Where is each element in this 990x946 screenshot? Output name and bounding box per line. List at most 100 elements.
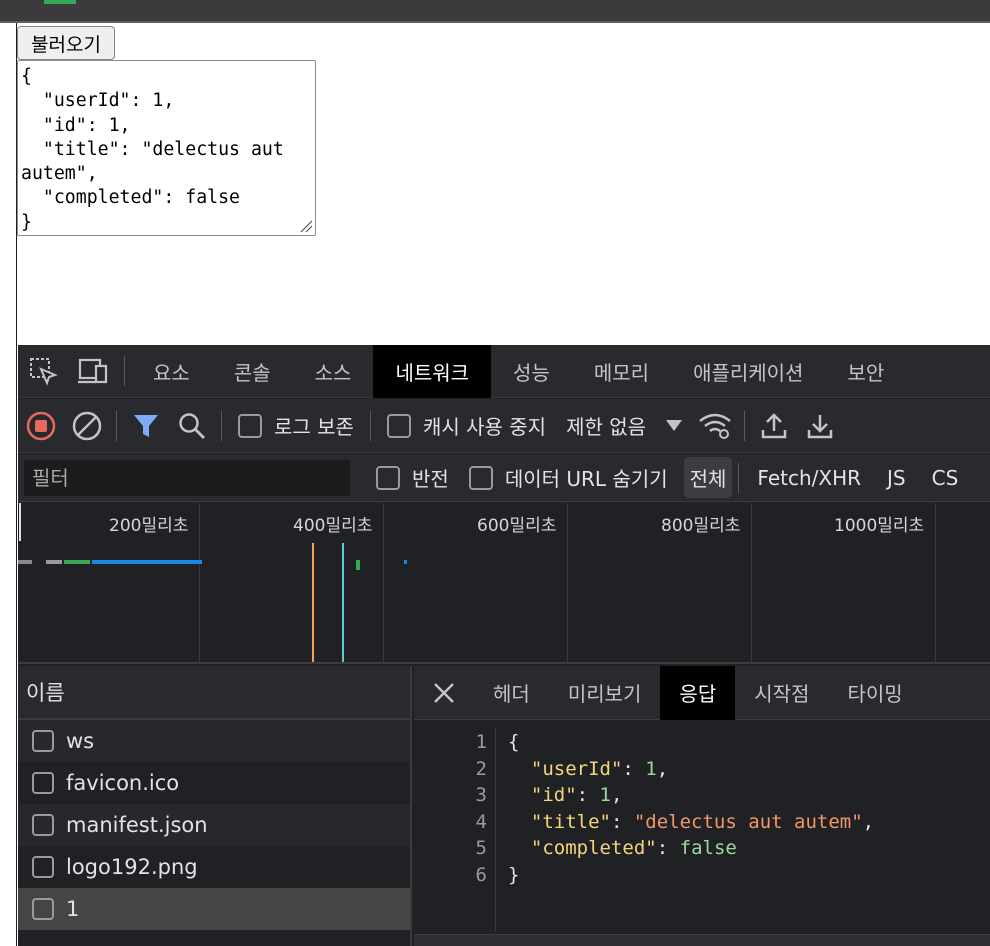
timeline-label: 1000밀리초: [834, 516, 925, 536]
tab-memory[interactable]: 메모리: [572, 345, 671, 398]
timeline-label: 800밀리초: [661, 516, 741, 536]
checkbox-box[interactable]: [238, 413, 262, 438]
name-column-header[interactable]: 이름: [18, 666, 410, 720]
timeline-gridline: [199, 503, 200, 662]
disable-cache-label: 캐시 사용 중지: [422, 415, 547, 439]
line-number: 4: [475, 810, 487, 833]
clear-icon[interactable]: [64, 399, 110, 453]
line-number: 3: [475, 784, 487, 806]
request-row-selected[interactable]: 1: [18, 888, 410, 930]
tab-network[interactable]: 네트워크: [373, 344, 492, 398]
line-number: 1: [475, 731, 487, 753]
request-row[interactable]: favicon.ico: [18, 762, 410, 804]
inspect-element-icon[interactable]: [18, 345, 68, 398]
timeline-request-bar: [92, 560, 202, 564]
timeline-request-bar: [404, 560, 407, 564]
json-text: { "userId": 1, "id": 1, "title": "delect…: [21, 66, 284, 233]
timeline-request-bar: [64, 560, 90, 564]
filter-type-css[interactable]: CS: [926, 460, 965, 496]
separator: [116, 410, 117, 441]
tab-accent: [44, 0, 76, 4]
devtools-tab-bar: 요소 콘솔 소스 네트워크 성능 메모리 애플리케이션 보안: [18, 344, 990, 398]
device-toolbar-icon[interactable]: [68, 345, 118, 398]
checkbox-box[interactable]: [32, 730, 54, 752]
dom-content-loaded-line: [312, 543, 314, 662]
upload-icon[interactable]: [751, 399, 797, 453]
checkbox-box[interactable]: [468, 465, 493, 490]
timeline-request-bar: [46, 560, 62, 564]
request-row[interactable]: logo192.png: [18, 846, 410, 888]
checkbox-box[interactable]: [32, 772, 54, 794]
tab-sources[interactable]: 소스: [293, 345, 374, 398]
separator: [124, 356, 125, 386]
load-button[interactable]: 불러오기: [17, 26, 115, 60]
network-conditions-icon[interactable]: [692, 399, 738, 453]
code-line: {: [508, 731, 520, 753]
line-number: 6: [475, 863, 487, 886]
line-number: 5: [475, 837, 487, 859]
separator: [369, 410, 371, 441]
download-icon[interactable]: [797, 399, 843, 453]
request-detail-panel: 헤더 미리보기 응답 시작점 타이밍 1 2 3 4 5 6 { "userId…: [414, 665, 990, 946]
hide-data-urls-checkbox[interactable]: 데이터 URL 숨기기: [459, 463, 678, 492]
invert-checkbox[interactable]: 반전: [366, 463, 459, 492]
checkbox-box[interactable]: [376, 465, 400, 490]
preserve-log-checkbox[interactable]: 로그 보존: [228, 411, 364, 440]
throttling-select[interactable]: 제한 없음: [556, 411, 692, 440]
invert-label: 반전: [412, 467, 449, 491]
json-textarea[interactable]: { "userId": 1, "id": 1, "title": "delect…: [17, 60, 316, 236]
timeline-label: 400밀리초: [293, 516, 373, 536]
request-row[interactable]: manifest.json: [18, 804, 410, 846]
checkbox-box[interactable]: [32, 856, 54, 878]
filter-type-all[interactable]: 전체: [683, 457, 733, 498]
tab-security[interactable]: 보안: [825, 345, 906, 398]
request-name: favicon.ico: [66, 771, 180, 795]
preserve-log-label: 로그 보존: [274, 415, 354, 439]
tab-elements[interactable]: 요소: [131, 345, 212, 398]
filter-type-js[interactable]: JS: [881, 460, 912, 496]
network-toolbar: 로그 보존 캐시 사용 중지 제한 없음: [18, 399, 990, 453]
tab-console[interactable]: 콘솔: [212, 345, 293, 398]
tab-preview[interactable]: 미리보기: [549, 666, 661, 720]
filter-input[interactable]: [24, 459, 350, 496]
detail-tab-bar: 헤더 미리보기 응답 시작점 타이밍: [414, 665, 990, 720]
checkbox-box[interactable]: [32, 814, 54, 836]
tab-response[interactable]: 응답: [660, 665, 736, 720]
checkbox-box[interactable]: [32, 898, 54, 920]
load-event-line: [342, 543, 344, 662]
tab-headers[interactable]: 헤더: [474, 666, 549, 720]
request-name: ws: [66, 729, 95, 753]
line-number: 2: [475, 757, 487, 780]
response-body[interactable]: 1 2 3 4 5 6 { "userId": 1, "id": 1, "tit…: [414, 721, 990, 931]
request-list: 이름 ws favicon.ico manifest.json logo192.…: [18, 666, 412, 946]
tab-application[interactable]: 애플리케이션: [671, 345, 825, 398]
resize-grip-icon[interactable]: [299, 219, 313, 233]
timeline-gridline: [935, 503, 936, 662]
left-edge: [0, 23, 17, 946]
network-overview-timeline[interactable]: 200밀리초 400밀리초 600밀리초 800밀리초 1000밀리초: [18, 503, 990, 664]
timeline-gridline: [567, 503, 568, 662]
record-stop-icon[interactable]: [18, 399, 64, 453]
tab-performance[interactable]: 성능: [491, 345, 572, 398]
filter-funnel-icon[interactable]: [123, 399, 169, 453]
close-icon[interactable]: [414, 666, 474, 720]
browser-top-strip: [0, 0, 990, 23]
request-name: manifest.json: [66, 813, 208, 837]
request-row[interactable]: ws: [18, 720, 410, 762]
filter-type-fetch-xhr[interactable]: Fetch/XHR: [751, 460, 867, 496]
code-line: "title": "delectus aut autem",: [530, 810, 875, 833]
devtools-panel: 요소 콘솔 소스 네트워크 성능 메모리 애플리케이션 보안 로그 보존 캐시 …: [18, 344, 990, 946]
throttling-value: 제한 없음: [566, 415, 647, 439]
separator: [744, 410, 746, 441]
request-name: logo192.png: [66, 855, 198, 879]
checkbox-box[interactable]: [386, 413, 411, 438]
response-json: { "userId": 1, "id": 1, "title": "delect…: [508, 729, 874, 888]
separator: [221, 410, 222, 441]
search-icon[interactable]: [169, 399, 215, 453]
tab-timing[interactable]: 타이밍: [828, 666, 921, 720]
separator: [738, 462, 740, 493]
code-line: }: [508, 863, 520, 886]
disable-cache-checkbox[interactable]: 캐시 사용 중지: [377, 411, 556, 440]
tab-initiator[interactable]: 시작점: [735, 666, 828, 720]
timeline-start-marker: [19, 503, 21, 541]
